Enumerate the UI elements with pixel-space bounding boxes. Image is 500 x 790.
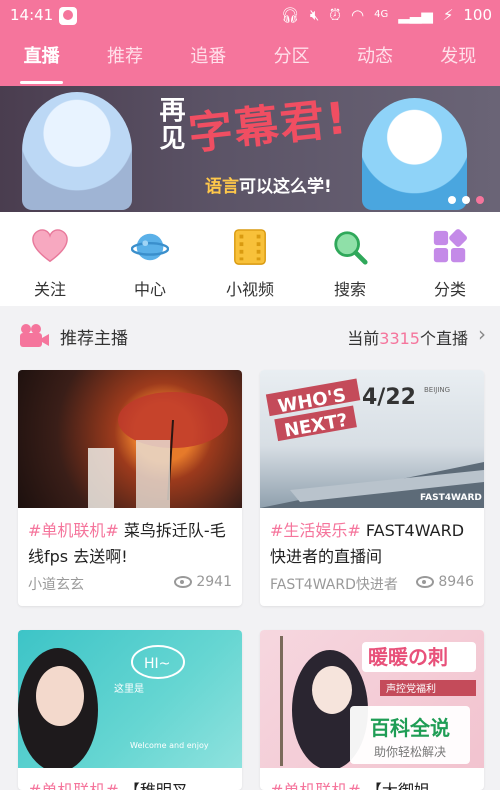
chevron-right-icon[interactable]: › — [478, 322, 486, 346]
streamer-name: 小道玄玄 — [28, 577, 84, 593]
eye-icon — [174, 576, 193, 588]
stream-title-text: 【稚明叉 — [119, 781, 188, 790]
mute-icon: 🔇︎ — [309, 6, 320, 24]
stream-title: #单机联机# 菜鸟拆迁队-毛线fps 去送啊! — [28, 518, 234, 570]
umbrella-scene-art — [88, 392, 228, 508]
search-icon — [334, 231, 368, 265]
portrait-caption: Welcome and enjoy — [130, 741, 209, 750]
section-title: 推荐主播 — [60, 329, 128, 349]
banner-character-right — [362, 98, 467, 210]
stream-thumbnail: WHO'S NEXT? 4/22 BEIJING FAST4WARD — [260, 370, 484, 508]
stream-card[interactable]: HI~ 这里是 Welcome and enjoy #单机联机# 【稚明叉 — [18, 630, 242, 790]
stream-meta: FAST4WARD快进者 8946 — [270, 574, 474, 594]
live-count-number: 3315 — [379, 329, 420, 348]
tab-anime[interactable]: 追番 — [167, 32, 250, 86]
stream-category-tag[interactable]: #单机联机# — [28, 781, 119, 790]
tab-discover[interactable]: 发现 — [417, 32, 500, 86]
app-notification-icon — [59, 7, 77, 25]
watermark-title: 百科全说 — [370, 716, 450, 740]
stream-category-tag[interactable]: #单机联机# — [28, 521, 119, 540]
live-count-prefix: 当前 — [347, 329, 380, 348]
pager-dot-active — [476, 196, 484, 204]
status-icons: 🎧︎ 🔇︎ ⏰︎ ◠ 4G ▂▃▅ ⚡︎ 100 — [281, 4, 492, 26]
banner-title: 字幕君! — [186, 92, 351, 161]
quick-follow[interactable]: 关注 — [0, 212, 100, 306]
video-camera-icon — [20, 324, 49, 347]
view-count: 2941 — [174, 574, 232, 590]
battery-level: 100 — [463, 6, 492, 24]
tab-live[interactable]: 直播 — [0, 32, 83, 86]
planet-icon — [131, 233, 169, 261]
banner-subtitle: 语言可以这么学! — [205, 172, 332, 197]
signal-icon: ▂▃▅ — [398, 6, 433, 24]
banner-character-left — [22, 92, 132, 210]
stream-title: #单机联机# 【稚明叉 — [28, 778, 234, 790]
quick-short-video[interactable]: 小视频 — [200, 212, 300, 306]
fast4ward-poster-art: WHO'S NEXT? 4/22 BEIJING FAST4WARD — [260, 378, 484, 508]
quick-search-label: 搜索 — [333, 280, 366, 299]
stream-thumbnail — [18, 370, 242, 508]
view-count-number: 2941 — [196, 574, 232, 590]
stream-meta: 小道玄玄 2941 — [28, 574, 232, 594]
network-label: 4G — [374, 9, 389, 20]
quick-center[interactable]: 中心 — [100, 212, 200, 306]
heart-icon — [32, 229, 68, 263]
film-icon — [234, 229, 266, 265]
poster-brand: FAST4WARD — [420, 493, 482, 503]
view-count-number: 8946 — [438, 574, 474, 590]
banner-subtitle-highlight: 语言 — [205, 177, 239, 197]
streamer-name: FAST4WARD快进者 — [270, 577, 398, 593]
status-time: 14:41 — [10, 6, 54, 24]
tab-categories[interactable]: 分区 — [250, 32, 333, 86]
live-count-suffix: 个直播 — [419, 329, 468, 348]
quick-center-label: 中心 — [133, 280, 166, 299]
banner-subtitle-rest: 可以这么学! — [239, 177, 332, 197]
stream-category-tag[interactable]: #单机联机# — [270, 781, 361, 790]
quick-category[interactable]: 分类 — [400, 212, 500, 306]
stream-card[interactable]: WHO'S NEXT? 4/22 BEIJING FAST4WARD #生活娱乐… — [260, 370, 484, 606]
stream-card[interactable]: #单机联机# 菜鸟拆迁队-毛线fps 去送啊! 小道玄玄 2941 — [18, 370, 242, 606]
portrait-sub-text: 这里是 — [114, 682, 144, 695]
pager-dot — [462, 196, 470, 204]
recommended-streamers-header: 推荐主播 当前3315个直播 › — [0, 306, 500, 366]
wifi-icon: ◠ — [350, 6, 365, 24]
status-bar: 14:41 🎧︎ 🔇︎ ⏰︎ ◠ 4G ▂▃▅ ⚡︎ 100 — [0, 0, 500, 32]
streamer-portrait-art: HI~ 这里是 Welcome and enjoy — [18, 645, 209, 772]
stream-title: #单机联机# 【大御姐 — [270, 778, 476, 790]
poster-title-text: 暖暖の刺 — [368, 645, 448, 669]
pager-dot — [448, 196, 456, 204]
stream-title-text: 【大御姐 — [361, 781, 430, 790]
poster-city: BEIJING — [424, 386, 450, 394]
banner-text-left: 再见 — [155, 96, 185, 152]
view-count: 8946 — [416, 574, 474, 590]
watermark-logo: 百科全说 助你轻松解决 — [350, 706, 470, 764]
live-count[interactable]: 当前3315个直播 — [347, 325, 468, 349]
eye-icon — [416, 576, 435, 588]
portrait-hi-text: HI~ — [144, 656, 170, 672]
poster-subtitle-text: 声控党福利 — [386, 682, 436, 695]
quick-short-video-label: 小视频 — [225, 280, 274, 299]
promo-banner[interactable]: 再见 字幕君! 语言可以这么学! — [0, 86, 500, 212]
alarm-icon: ⏰︎ — [329, 6, 341, 24]
tab-recommend[interactable]: 推荐 — [83, 32, 166, 86]
quick-category-label: 分类 — [433, 280, 466, 299]
top-tabs: 直播 推荐 追番 分区 动态 发现 — [0, 32, 500, 86]
category-icon — [433, 229, 467, 263]
tab-feed[interactable]: 动态 — [333, 32, 416, 86]
stream-title: #生活娱乐# FAST4WARD快进者的直播间 — [270, 518, 476, 570]
poster-date: 4/22 — [362, 385, 416, 410]
banner-pager — [448, 196, 484, 204]
charging-icon: ⚡︎ — [442, 6, 454, 24]
headphones-icon: 🎧︎ — [280, 6, 300, 24]
quick-search[interactable]: 搜索 — [300, 212, 400, 306]
quick-follow-label: 关注 — [33, 280, 66, 299]
watermark-subtitle: 助你轻松解决 — [373, 745, 446, 759]
stream-thumbnail: HI~ 这里是 Welcome and enjoy — [18, 630, 242, 772]
quick-access-row: 关注 中心 小视频 搜索 分类 — [0, 212, 500, 306]
stream-category-tag[interactable]: #生活娱乐# — [270, 521, 361, 540]
